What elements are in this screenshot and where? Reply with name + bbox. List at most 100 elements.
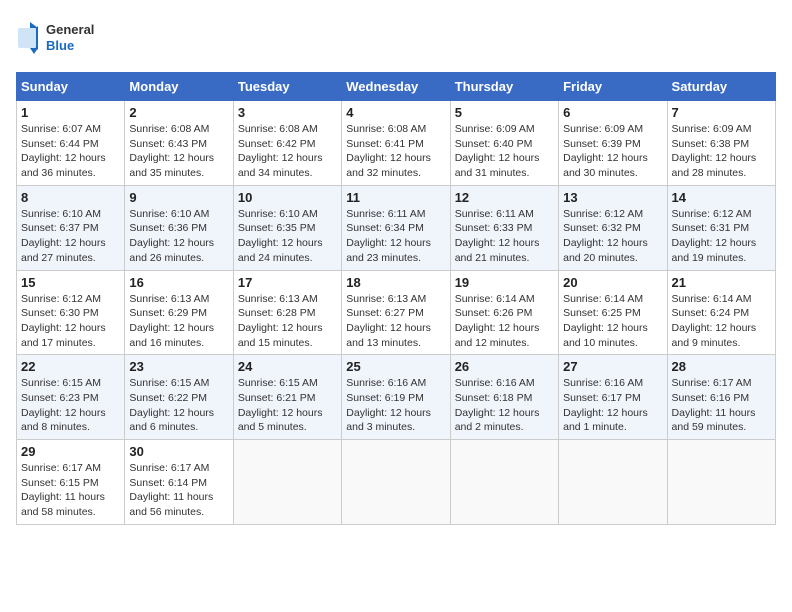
day-number: 17 — [238, 275, 337, 290]
day-info: Sunrise: 6:08 AM Sunset: 6:42 PM Dayligh… — [238, 122, 337, 181]
day-number: 14 — [672, 190, 771, 205]
day-info: Sunrise: 6:10 AM Sunset: 6:37 PM Dayligh… — [21, 207, 120, 266]
calendar-cell: 4 Sunrise: 6:08 AM Sunset: 6:41 PM Dayli… — [342, 101, 450, 186]
calendar-cell: 26 Sunrise: 6:16 AM Sunset: 6:18 PM Dayl… — [450, 355, 558, 440]
day-number: 10 — [238, 190, 337, 205]
page-header: General Blue — [16, 16, 776, 60]
calendar-cell: 19 Sunrise: 6:14 AM Sunset: 6:26 PM Dayl… — [450, 270, 558, 355]
day-info: Sunrise: 6:13 AM Sunset: 6:29 PM Dayligh… — [129, 292, 228, 351]
calendar-header-row: SundayMondayTuesdayWednesdayThursdayFrid… — [17, 73, 776, 101]
calendar-cell: 7 Sunrise: 6:09 AM Sunset: 6:38 PM Dayli… — [667, 101, 775, 186]
calendar-cell: 10 Sunrise: 6:10 AM Sunset: 6:35 PM Dayl… — [233, 185, 341, 270]
day-info: Sunrise: 6:14 AM Sunset: 6:26 PM Dayligh… — [455, 292, 554, 351]
day-number: 8 — [21, 190, 120, 205]
calendar-cell: 21 Sunrise: 6:14 AM Sunset: 6:24 PM Dayl… — [667, 270, 775, 355]
day-number: 1 — [21, 105, 120, 120]
day-info: Sunrise: 6:12 AM Sunset: 6:32 PM Dayligh… — [563, 207, 662, 266]
calendar-cell: 16 Sunrise: 6:13 AM Sunset: 6:29 PM Dayl… — [125, 270, 233, 355]
calendar-table: SundayMondayTuesdayWednesdayThursdayFrid… — [16, 72, 776, 525]
day-info: Sunrise: 6:16 AM Sunset: 6:19 PM Dayligh… — [346, 376, 445, 435]
calendar-week-row: 8 Sunrise: 6:10 AM Sunset: 6:37 PM Dayli… — [17, 185, 776, 270]
calendar-cell: 14 Sunrise: 6:12 AM Sunset: 6:31 PM Dayl… — [667, 185, 775, 270]
calendar-cell: 12 Sunrise: 6:11 AM Sunset: 6:33 PM Dayl… — [450, 185, 558, 270]
calendar-cell: 22 Sunrise: 6:15 AM Sunset: 6:23 PM Dayl… — [17, 355, 125, 440]
day-number: 11 — [346, 190, 445, 205]
calendar-week-row: 15 Sunrise: 6:12 AM Sunset: 6:30 PM Dayl… — [17, 270, 776, 355]
svg-text:Blue: Blue — [46, 38, 74, 53]
day-info: Sunrise: 6:12 AM Sunset: 6:31 PM Dayligh… — [672, 207, 771, 266]
day-info: Sunrise: 6:17 AM Sunset: 6:15 PM Dayligh… — [21, 461, 120, 520]
day-number: 30 — [129, 444, 228, 459]
day-number: 12 — [455, 190, 554, 205]
day-number: 9 — [129, 190, 228, 205]
day-info: Sunrise: 6:09 AM Sunset: 6:40 PM Dayligh… — [455, 122, 554, 181]
day-number: 25 — [346, 359, 445, 374]
calendar-cell: 23 Sunrise: 6:15 AM Sunset: 6:22 PM Dayl… — [125, 355, 233, 440]
calendar-cell: 5 Sunrise: 6:09 AM Sunset: 6:40 PM Dayli… — [450, 101, 558, 186]
day-number: 19 — [455, 275, 554, 290]
day-info: Sunrise: 6:10 AM Sunset: 6:35 PM Dayligh… — [238, 207, 337, 266]
calendar-cell — [342, 440, 450, 525]
logo-svg: General Blue — [16, 16, 96, 60]
day-info: Sunrise: 6:13 AM Sunset: 6:28 PM Dayligh… — [238, 292, 337, 351]
calendar-cell: 1 Sunrise: 6:07 AM Sunset: 6:44 PM Dayli… — [17, 101, 125, 186]
calendar-cell: 24 Sunrise: 6:15 AM Sunset: 6:21 PM Dayl… — [233, 355, 341, 440]
day-number: 16 — [129, 275, 228, 290]
calendar-cell: 20 Sunrise: 6:14 AM Sunset: 6:25 PM Dayl… — [559, 270, 667, 355]
calendar-cell: 17 Sunrise: 6:13 AM Sunset: 6:28 PM Dayl… — [233, 270, 341, 355]
day-number: 3 — [238, 105, 337, 120]
day-number: 23 — [129, 359, 228, 374]
svg-text:General: General — [46, 22, 94, 37]
day-number: 20 — [563, 275, 662, 290]
day-number: 28 — [672, 359, 771, 374]
day-number: 5 — [455, 105, 554, 120]
day-number: 2 — [129, 105, 228, 120]
day-number: 21 — [672, 275, 771, 290]
calendar-week-row: 29 Sunrise: 6:17 AM Sunset: 6:15 PM Dayl… — [17, 440, 776, 525]
day-number: 29 — [21, 444, 120, 459]
calendar-cell: 2 Sunrise: 6:08 AM Sunset: 6:43 PM Dayli… — [125, 101, 233, 186]
calendar-cell: 25 Sunrise: 6:16 AM Sunset: 6:19 PM Dayl… — [342, 355, 450, 440]
calendar-cell: 28 Sunrise: 6:17 AM Sunset: 6:16 PM Dayl… — [667, 355, 775, 440]
calendar-cell — [233, 440, 341, 525]
day-info: Sunrise: 6:14 AM Sunset: 6:24 PM Dayligh… — [672, 292, 771, 351]
day-info: Sunrise: 6:11 AM Sunset: 6:33 PM Dayligh… — [455, 207, 554, 266]
calendar-cell: 30 Sunrise: 6:17 AM Sunset: 6:14 PM Dayl… — [125, 440, 233, 525]
day-number: 7 — [672, 105, 771, 120]
day-number: 15 — [21, 275, 120, 290]
calendar-cell — [559, 440, 667, 525]
calendar-cell: 6 Sunrise: 6:09 AM Sunset: 6:39 PM Dayli… — [559, 101, 667, 186]
day-info: Sunrise: 6:07 AM Sunset: 6:44 PM Dayligh… — [21, 122, 120, 181]
calendar-cell: 18 Sunrise: 6:13 AM Sunset: 6:27 PM Dayl… — [342, 270, 450, 355]
calendar-week-row: 1 Sunrise: 6:07 AM Sunset: 6:44 PM Dayli… — [17, 101, 776, 186]
day-info: Sunrise: 6:08 AM Sunset: 6:41 PM Dayligh… — [346, 122, 445, 181]
calendar-cell: 11 Sunrise: 6:11 AM Sunset: 6:34 PM Dayl… — [342, 185, 450, 270]
calendar-header-thursday: Thursday — [450, 73, 558, 101]
day-number: 6 — [563, 105, 662, 120]
calendar-cell: 15 Sunrise: 6:12 AM Sunset: 6:30 PM Dayl… — [17, 270, 125, 355]
day-info: Sunrise: 6:16 AM Sunset: 6:17 PM Dayligh… — [563, 376, 662, 435]
day-info: Sunrise: 6:15 AM Sunset: 6:23 PM Dayligh… — [21, 376, 120, 435]
day-number: 18 — [346, 275, 445, 290]
calendar-cell: 13 Sunrise: 6:12 AM Sunset: 6:32 PM Dayl… — [559, 185, 667, 270]
day-info: Sunrise: 6:09 AM Sunset: 6:39 PM Dayligh… — [563, 122, 662, 181]
day-info: Sunrise: 6:16 AM Sunset: 6:18 PM Dayligh… — [455, 376, 554, 435]
calendar-header-sunday: Sunday — [17, 73, 125, 101]
day-info: Sunrise: 6:09 AM Sunset: 6:38 PM Dayligh… — [672, 122, 771, 181]
day-info: Sunrise: 6:12 AM Sunset: 6:30 PM Dayligh… — [21, 292, 120, 351]
day-info: Sunrise: 6:13 AM Sunset: 6:27 PM Dayligh… — [346, 292, 445, 351]
day-info: Sunrise: 6:08 AM Sunset: 6:43 PM Dayligh… — [129, 122, 228, 181]
day-number: 27 — [563, 359, 662, 374]
calendar-cell: 29 Sunrise: 6:17 AM Sunset: 6:15 PM Dayl… — [17, 440, 125, 525]
day-info: Sunrise: 6:17 AM Sunset: 6:14 PM Dayligh… — [129, 461, 228, 520]
calendar-header-friday: Friday — [559, 73, 667, 101]
day-info: Sunrise: 6:11 AM Sunset: 6:34 PM Dayligh… — [346, 207, 445, 266]
calendar-cell: 9 Sunrise: 6:10 AM Sunset: 6:36 PM Dayli… — [125, 185, 233, 270]
calendar-header-monday: Monday — [125, 73, 233, 101]
calendar-header-saturday: Saturday — [667, 73, 775, 101]
day-number: 13 — [563, 190, 662, 205]
calendar-cell — [450, 440, 558, 525]
calendar-week-row: 22 Sunrise: 6:15 AM Sunset: 6:23 PM Dayl… — [17, 355, 776, 440]
calendar-header-wednesday: Wednesday — [342, 73, 450, 101]
calendar-cell: 3 Sunrise: 6:08 AM Sunset: 6:42 PM Dayli… — [233, 101, 341, 186]
